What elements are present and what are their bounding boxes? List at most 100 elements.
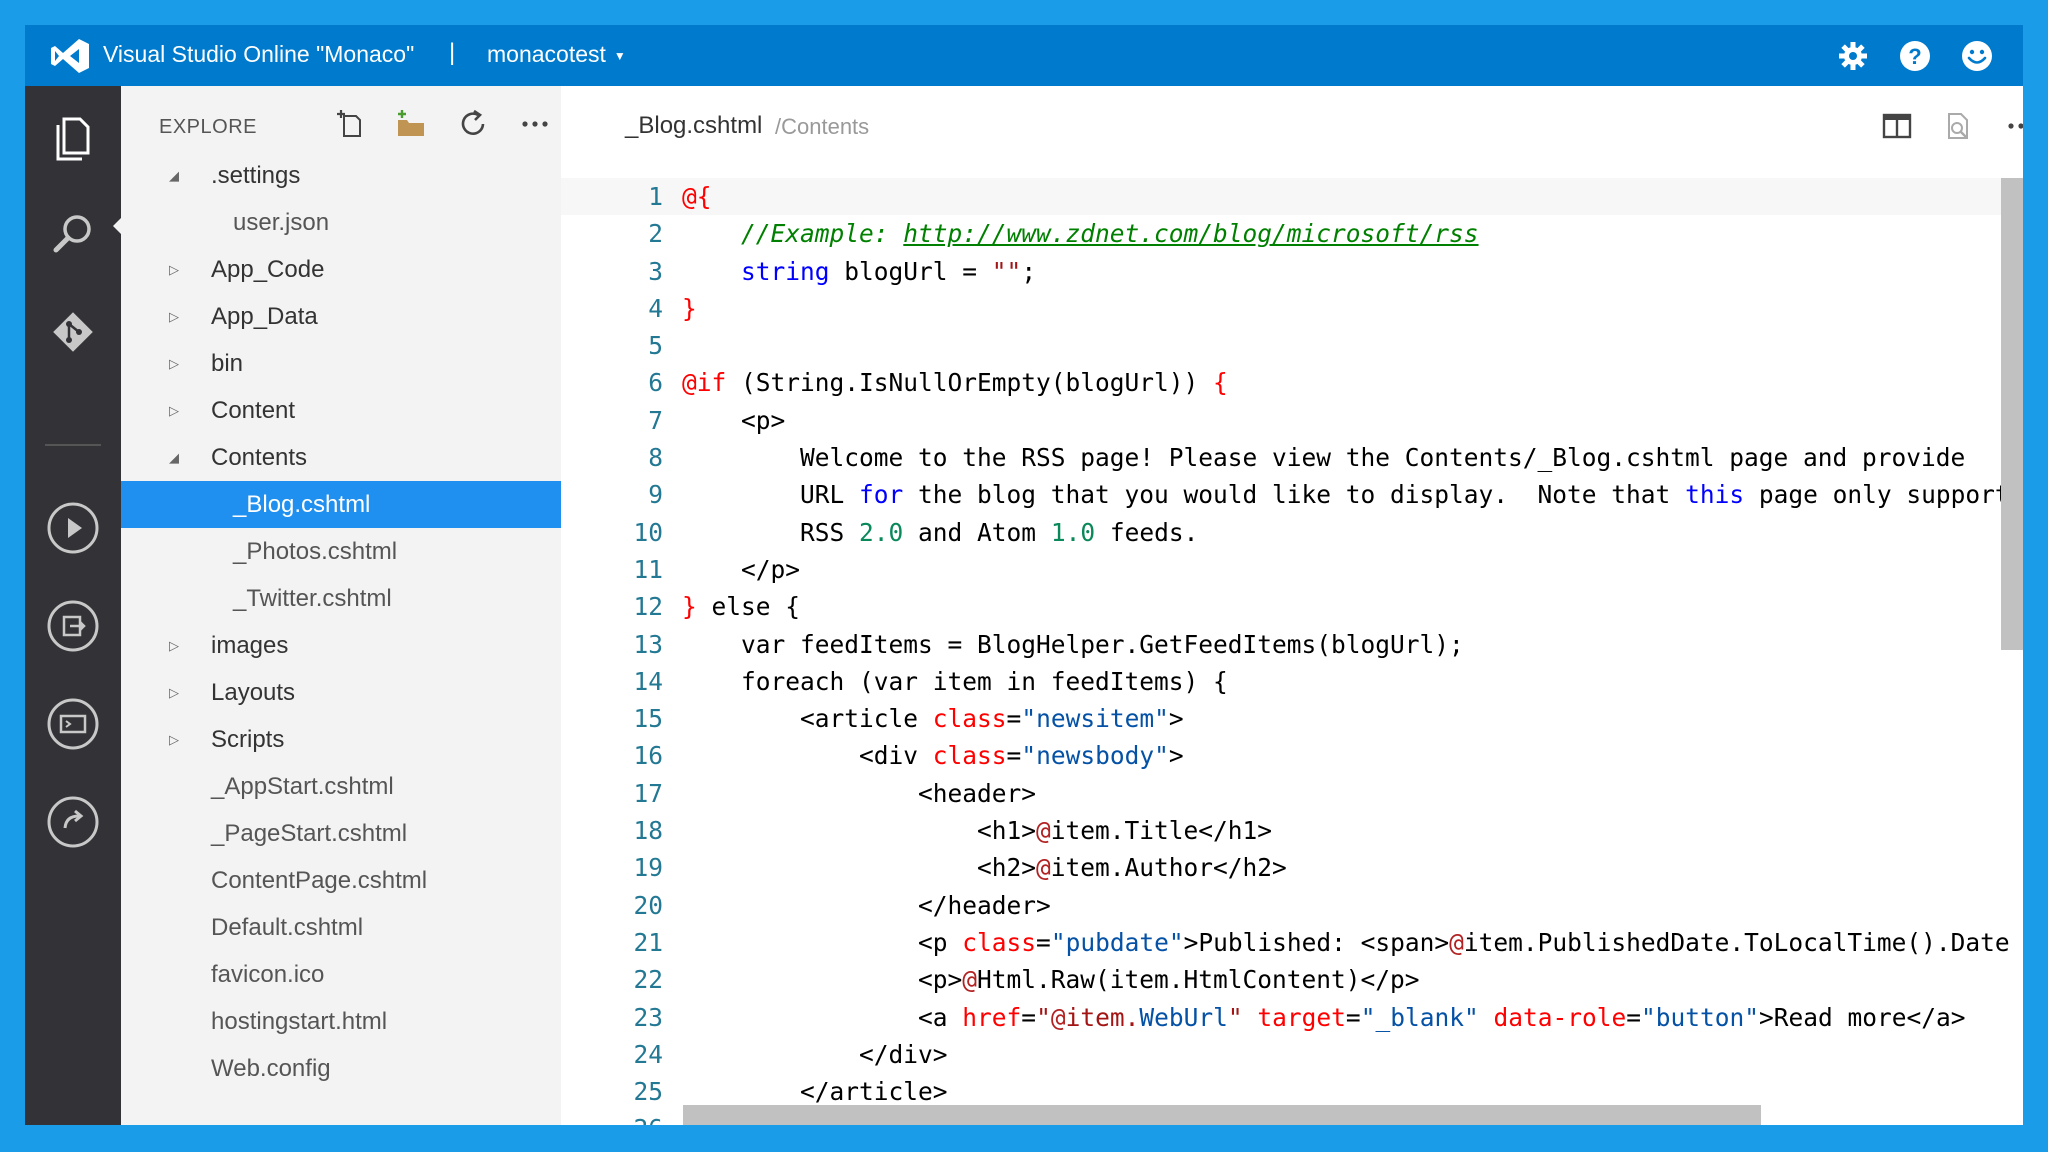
chevron-down-icon[interactable]: ◢ [169, 152, 179, 199]
code-line[interactable]: 14 foreach (var item in feedItems) { [561, 663, 2023, 700]
git-icon[interactable] [43, 302, 103, 362]
refresh-icon[interactable] [455, 106, 491, 142]
code-token: <p> [918, 965, 963, 995]
code-line[interactable]: 8 Welcome to the RSS page! Please view t… [561, 439, 2023, 476]
chevron-right-icon[interactable]: ▷ [169, 246, 179, 293]
code-line[interactable]: 6 @if (String.IsNullOrEmpty(blogUrl)) { [561, 364, 2023, 401]
code-line[interactable]: 10 RSS 2.0 and Atom 1.0 feeds. [561, 514, 2023, 551]
code-area[interactable]: 1 @{2 //Example: http://www.zdnet.com/blo… [561, 178, 2023, 1125]
tree-file[interactable]: _Twitter.cshtml [121, 575, 561, 622]
line-content: <header> [682, 775, 1036, 812]
line-number: 26 [561, 1110, 663, 1125]
code-token: "button" [1641, 1002, 1760, 1032]
code-token: <h1> [977, 816, 1037, 846]
code-line[interactable]: 20 </header> [561, 887, 2023, 924]
smiley-icon[interactable] [1960, 39, 1994, 73]
code-token[interactable]: http://www.zdnet.com/blog/microsoft/rss [903, 219, 1478, 248]
code-line[interactable]: 13 var feedItems = BlogHelper.GetFeedIte… [561, 626, 2023, 663]
line-content: var feedItems = BlogHelper.GetFeedItems(… [682, 626, 1464, 663]
code-token: </article> [800, 1077, 948, 1107]
code-line[interactable]: 16 <div class="newsbody"> [561, 737, 2023, 774]
tree-file[interactable]: Default.cshtml [121, 904, 561, 951]
code-token: class [932, 704, 1007, 734]
code-line[interactable]: 5 [561, 327, 2023, 364]
tree-item-label: Web.config [211, 1055, 331, 1082]
split-editor-icon[interactable] [1879, 108, 1915, 144]
code-line[interactable]: 11 </p> [561, 551, 2023, 588]
publish-icon[interactable] [43, 792, 103, 852]
tree-item-label: Contents [211, 444, 308, 471]
more-icon[interactable] [2003, 108, 2023, 144]
project-selector[interactable]: monacotest ▼ [487, 41, 626, 68]
gear-icon[interactable] [1836, 39, 1870, 73]
code-line[interactable]: 18 <h1>@item.Title</h1> [561, 812, 2023, 849]
files-icon[interactable] [43, 108, 103, 168]
editor-path: /Contents [775, 114, 870, 139]
code-line[interactable]: 4} [561, 290, 2023, 327]
tree-folder[interactable]: ▷ images [121, 622, 561, 669]
tree-file[interactable]: Web.config [121, 1045, 561, 1092]
tree-folder[interactable]: ▷ App_Data [121, 293, 561, 340]
code-line[interactable]: 3 string blogUrl = ""; [561, 253, 2023, 290]
run-icon[interactable] [43, 498, 103, 558]
code-line[interactable]: 12} else { [561, 588, 2023, 625]
tree-file[interactable]: ContentPage.cshtml [121, 857, 561, 904]
tree-file[interactable]: favicon.ico [121, 951, 561, 998]
code-line[interactable]: 17 <header> [561, 775, 2023, 812]
code-line[interactable]: 23 <a href="@item.WebUrl" target="_blank… [561, 999, 2023, 1036]
more-icon[interactable] [517, 106, 553, 142]
code-line[interactable]: 2 //Example: http://www.zdnet.com/blog/m… [561, 215, 2023, 252]
code-token: var feedItems = BlogHelper.GetFeedItems(… [741, 629, 1464, 659]
search-icon[interactable] [43, 204, 103, 264]
tree-file[interactable]: hostingstart.html [121, 998, 561, 1045]
line-content: RSS 2.0 and Atom 1.0 feeds. [682, 514, 1198, 551]
tree-folder[interactable]: ▷ Scripts [121, 716, 561, 763]
code-token: <p [918, 927, 963, 957]
tree-file[interactable]: _AppStart.cshtml [121, 763, 561, 810]
tree-file[interactable]: _PageStart.cshtml [121, 810, 561, 857]
code-token: @ [1050, 1002, 1066, 1032]
tree-folder[interactable]: ▷ bin [121, 340, 561, 387]
code-line[interactable]: 1 @{ [561, 178, 2023, 216]
compare-icon[interactable] [1941, 108, 1977, 144]
tree-folder[interactable]: ▷ Layouts [121, 669, 561, 716]
tree-folder[interactable]: ◢ .settings [121, 152, 561, 199]
tree-folder[interactable]: ◢ Contents [121, 434, 561, 481]
chevron-right-icon[interactable]: ▷ [169, 622, 179, 669]
chevron-right-icon[interactable]: ▷ [169, 669, 179, 716]
new-file-icon[interactable] [333, 106, 369, 142]
horizontal-scrollbar[interactable] [683, 1105, 1761, 1125]
line-number: 4 [648, 293, 663, 323]
chevron-down-icon[interactable]: ◢ [169, 434, 179, 481]
chevron-right-icon[interactable]: ▷ [169, 716, 179, 763]
tree-folder[interactable]: ▷ App_Code [121, 246, 561, 293]
code-line[interactable]: 19 <h2>@item.Author</h2> [561, 849, 2023, 886]
tree-item-label: ContentPage.cshtml [211, 867, 428, 894]
chevron-right-icon[interactable]: ▷ [169, 387, 179, 434]
code-line[interactable]: 24 </div> [561, 1036, 2023, 1073]
code-token: class [932, 741, 1007, 771]
output-icon[interactable] [43, 596, 103, 656]
tree-file[interactable]: _Blog.cshtml [121, 481, 561, 528]
console-icon[interactable] [43, 694, 103, 754]
chevron-right-icon[interactable]: ▷ [169, 340, 179, 387]
code-token: </header> [918, 890, 1051, 920]
tree-file[interactable]: _Photos.cshtml [121, 528, 561, 575]
code-line[interactable]: 7 <p> [561, 402, 2023, 439]
code-line[interactable]: 21 <p class="pubdate">Published: <span>@… [561, 924, 2023, 961]
tree-folder[interactable]: ▷ Content [121, 387, 561, 434]
svg-text:?: ? [1908, 44, 1921, 69]
chevron-right-icon[interactable]: ▷ [169, 293, 179, 340]
help-icon[interactable]: ? [1898, 39, 1932, 73]
code-line[interactable]: 9 URL for the blog that you would like t… [561, 476, 2023, 513]
tree-file[interactable]: user.json [121, 199, 561, 246]
code-token: 2.0 [859, 517, 904, 547]
editor-header: _Blog.cshtml /Contents [561, 86, 2023, 152]
code-line[interactable]: 22 <p>@Html.Raw(item.HtmlContent)</p> [561, 961, 2023, 998]
new-folder-icon[interactable] [393, 106, 429, 142]
code-token: " [1036, 1002, 1051, 1032]
code-line[interactable]: 15 <article class="newsitem"> [561, 700, 2023, 737]
line-number: 11 [633, 554, 663, 584]
vertical-scrollbar[interactable] [2001, 178, 2023, 650]
line-number: 15 [633, 704, 663, 734]
